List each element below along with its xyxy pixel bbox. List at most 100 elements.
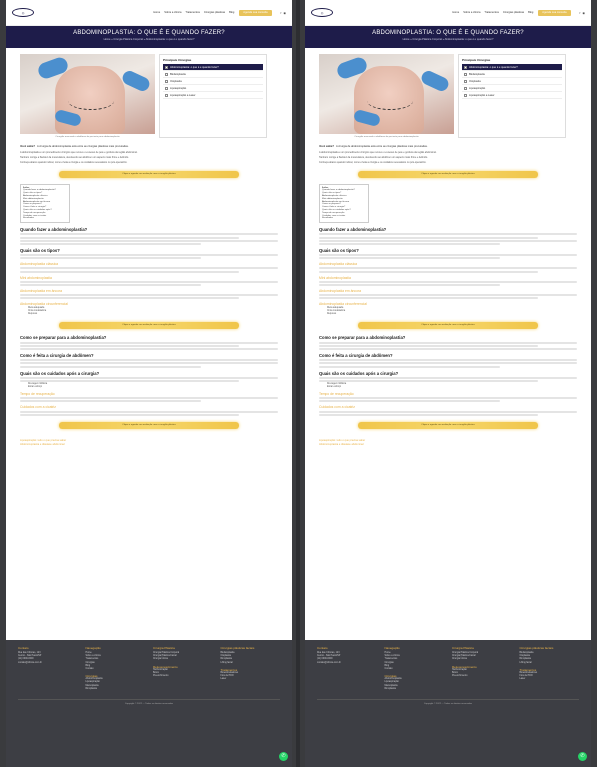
footer-heading: Contato: [317, 646, 328, 650]
whatsapp-icon[interactable]: ✆: [279, 752, 288, 761]
checkbox-icon: [165, 72, 168, 76]
site-logo[interactable]: ◎: [12, 8, 34, 17]
toc-item[interactable]: Lipoaspiração: [163, 85, 263, 92]
index-link[interactable]: Resultados: [23, 217, 67, 220]
checkbox-icon: [464, 72, 467, 76]
footer-link[interactable]: Preenchimento: [153, 675, 213, 678]
facebook-icon[interactable]: f: [281, 11, 282, 15]
subsection-heading: Abdominoplastia em âncora: [20, 289, 63, 294]
cta-banner[interactable]: Clique e agende sua avaliação com o ciru…: [358, 322, 538, 330]
text-line: [20, 242, 201, 245]
main-nav: Home Sobre a clínica Tratamentos Cirurgi…: [452, 11, 533, 14]
text-line: [319, 341, 577, 344]
section-heading: Como é feita a cirurgia de abdômen?: [319, 352, 393, 358]
nav-home[interactable]: Home: [153, 11, 160, 14]
text-line: [319, 236, 539, 239]
text-line: [319, 270, 539, 273]
toc-item[interactable]: Blefaroplastia: [163, 71, 263, 78]
text-line: [20, 233, 278, 236]
instagram-icon[interactable]: ◉: [283, 11, 286, 15]
text-line: [319, 359, 577, 362]
instagram-icon[interactable]: ◉: [582, 11, 585, 15]
toc-item-label: Abdominoplastia: o que é e quando fazer?: [469, 65, 518, 69]
toc-item[interactable]: Otoplastia: [163, 78, 263, 85]
nav-surgeries[interactable]: Cirurgias plásticas: [204, 11, 225, 14]
footer-link[interactable]: Contato: [86, 668, 146, 671]
cta-banner[interactable]: Clique e agende sua avaliação com o ciru…: [59, 421, 239, 429]
toc-item-label: Lipoaspiração: [170, 86, 187, 90]
toc-item[interactable]: Otoplastia: [462, 78, 562, 85]
article-index: Índice Quando fazer a abdominoplastia? Q…: [20, 183, 70, 224]
nav-blog[interactable]: Blog: [229, 11, 234, 14]
toc-title: Principais Cirurgias: [462, 58, 491, 62]
footer-link[interactable]: Lifting facial: [520, 662, 580, 665]
facebook-icon[interactable]: f: [580, 11, 581, 15]
toc-title: Principais Cirurgias: [163, 58, 192, 62]
list-item: Evitar esforço: [327, 386, 342, 389]
cta-banner[interactable]: Clique e agende sua avaliação com o ciru…: [59, 322, 239, 330]
footer-col-contact: Contato Rua das Clínicas, 123 Centro - S…: [317, 646, 377, 691]
nav-about[interactable]: Sobre a clínica: [164, 11, 181, 14]
nav-surgeries[interactable]: Cirurgias plásticas: [503, 11, 524, 14]
toc-item-label: Lipoaspiração: [469, 86, 486, 90]
intro-paragraph: Também corrige a flacidez da musculatura…: [319, 156, 428, 160]
intro-paragraph: Conheça abaixo quando indicar, como é fe…: [319, 161, 427, 165]
related-link[interactable]: Abdominoplastia e diástase abdominal: [20, 443, 278, 447]
toc-item[interactable]: Blefaroplastia: [462, 71, 562, 78]
subsection-heading: Mini abdominoplastia: [319, 275, 351, 280]
footer-link[interactable]: Cirurgia Íntima: [153, 658, 213, 661]
toc-item-label: Otoplastia: [170, 79, 182, 83]
list-item: Evitar esforço: [28, 386, 43, 389]
list-item: Repouso: [28, 313, 38, 316]
nav-home[interactable]: Home: [452, 11, 459, 14]
text-line: [319, 233, 577, 236]
footer-heading: Navegação: [384, 646, 400, 650]
schedule-button[interactable]: Agende sua consulta: [239, 9, 272, 16]
footer-heading: Cirurgias plásticas faciais: [519, 646, 554, 650]
subsection-heading: Mini abdominoplastia: [20, 275, 52, 280]
cta-banner[interactable]: Clique e agende sua avaliação com o ciru…: [59, 170, 239, 178]
toc-item[interactable]: Lipoaspiração: [462, 85, 562, 92]
footer-item[interactable]: contato@clinica.com.br: [18, 662, 78, 665]
intro-note: Você sabia? A cirurgia de abdominoplastia…: [319, 145, 577, 148]
index-link[interactable]: Resultados: [322, 217, 366, 220]
nav-blog[interactable]: Blog: [528, 11, 533, 14]
note-text: A cirurgia de abdominoplastia está entre…: [36, 145, 129, 148]
toc-item[interactable]: Abdominoplastia: o que é e quando fazer?: [163, 64, 263, 71]
related-links: Lipoaspiração: tudo o que precisa saber …: [305, 435, 591, 451]
whatsapp-icon[interactable]: ✆: [578, 752, 587, 761]
toc-item[interactable]: Lipoaspiração a Laser: [462, 92, 562, 99]
site-header: ◎ Home Sobre a clínica Tratamentos Cirur…: [305, 0, 591, 26]
checkbox-icon: [165, 65, 168, 69]
footer-link[interactable]: Cirurgia Íntima: [452, 658, 512, 661]
schedule-button[interactable]: Agende sua consulta: [538, 9, 571, 16]
footer-link[interactable]: Laser: [221, 678, 281, 681]
toc-item-label: Blefaroplastia: [170, 72, 186, 76]
checkbox-icon: [464, 86, 467, 90]
footer-link[interactable]: Rinoplastia: [86, 688, 146, 691]
toc-item[interactable]: Lipoaspiração a Laser: [163, 92, 263, 99]
nav-treatments[interactable]: Tratamentos: [185, 11, 199, 14]
footer-link[interactable]: Laser: [520, 678, 580, 681]
site-logo[interactable]: ◎: [311, 8, 333, 17]
footer-heading: Cirurgia Plástica: [452, 646, 474, 650]
footer-link[interactable]: Rinoplastia: [385, 688, 445, 691]
text-line: [319, 362, 577, 365]
pane-divider: [296, 0, 300, 767]
nav-about[interactable]: Sobre a clínica: [463, 11, 480, 14]
cta-banner[interactable]: Clique e agende sua avaliação com o ciru…: [358, 421, 538, 429]
text-line: [20, 413, 240, 416]
footer-link[interactable]: Preenchimento: [452, 675, 512, 678]
nav-treatments[interactable]: Tratamentos: [484, 11, 498, 14]
footer-item[interactable]: contato@clinica.com.br: [317, 662, 377, 665]
footer-link[interactable]: Contato: [385, 668, 445, 671]
footer-link[interactable]: Lifting facial: [221, 662, 281, 665]
text-line: [319, 347, 577, 350]
social-links: f ◉: [281, 11, 286, 15]
cta-banner[interactable]: Clique e agende sua avaliação com o ciru…: [358, 170, 538, 178]
related-link[interactable]: Abdominoplastia e diástase abdominal: [319, 443, 577, 447]
bullet-list: Dieta adequada Cinta modeladora Repouso: [319, 307, 577, 316]
toc-item[interactable]: Abdominoplastia: o que é e quando fazer?: [462, 64, 562, 71]
bullet-list: Drenagem linfática Evitar esforço: [319, 383, 577, 389]
site-header: ◎ Home Sobre a clínica Tratamentos Cirur…: [6, 0, 292, 26]
